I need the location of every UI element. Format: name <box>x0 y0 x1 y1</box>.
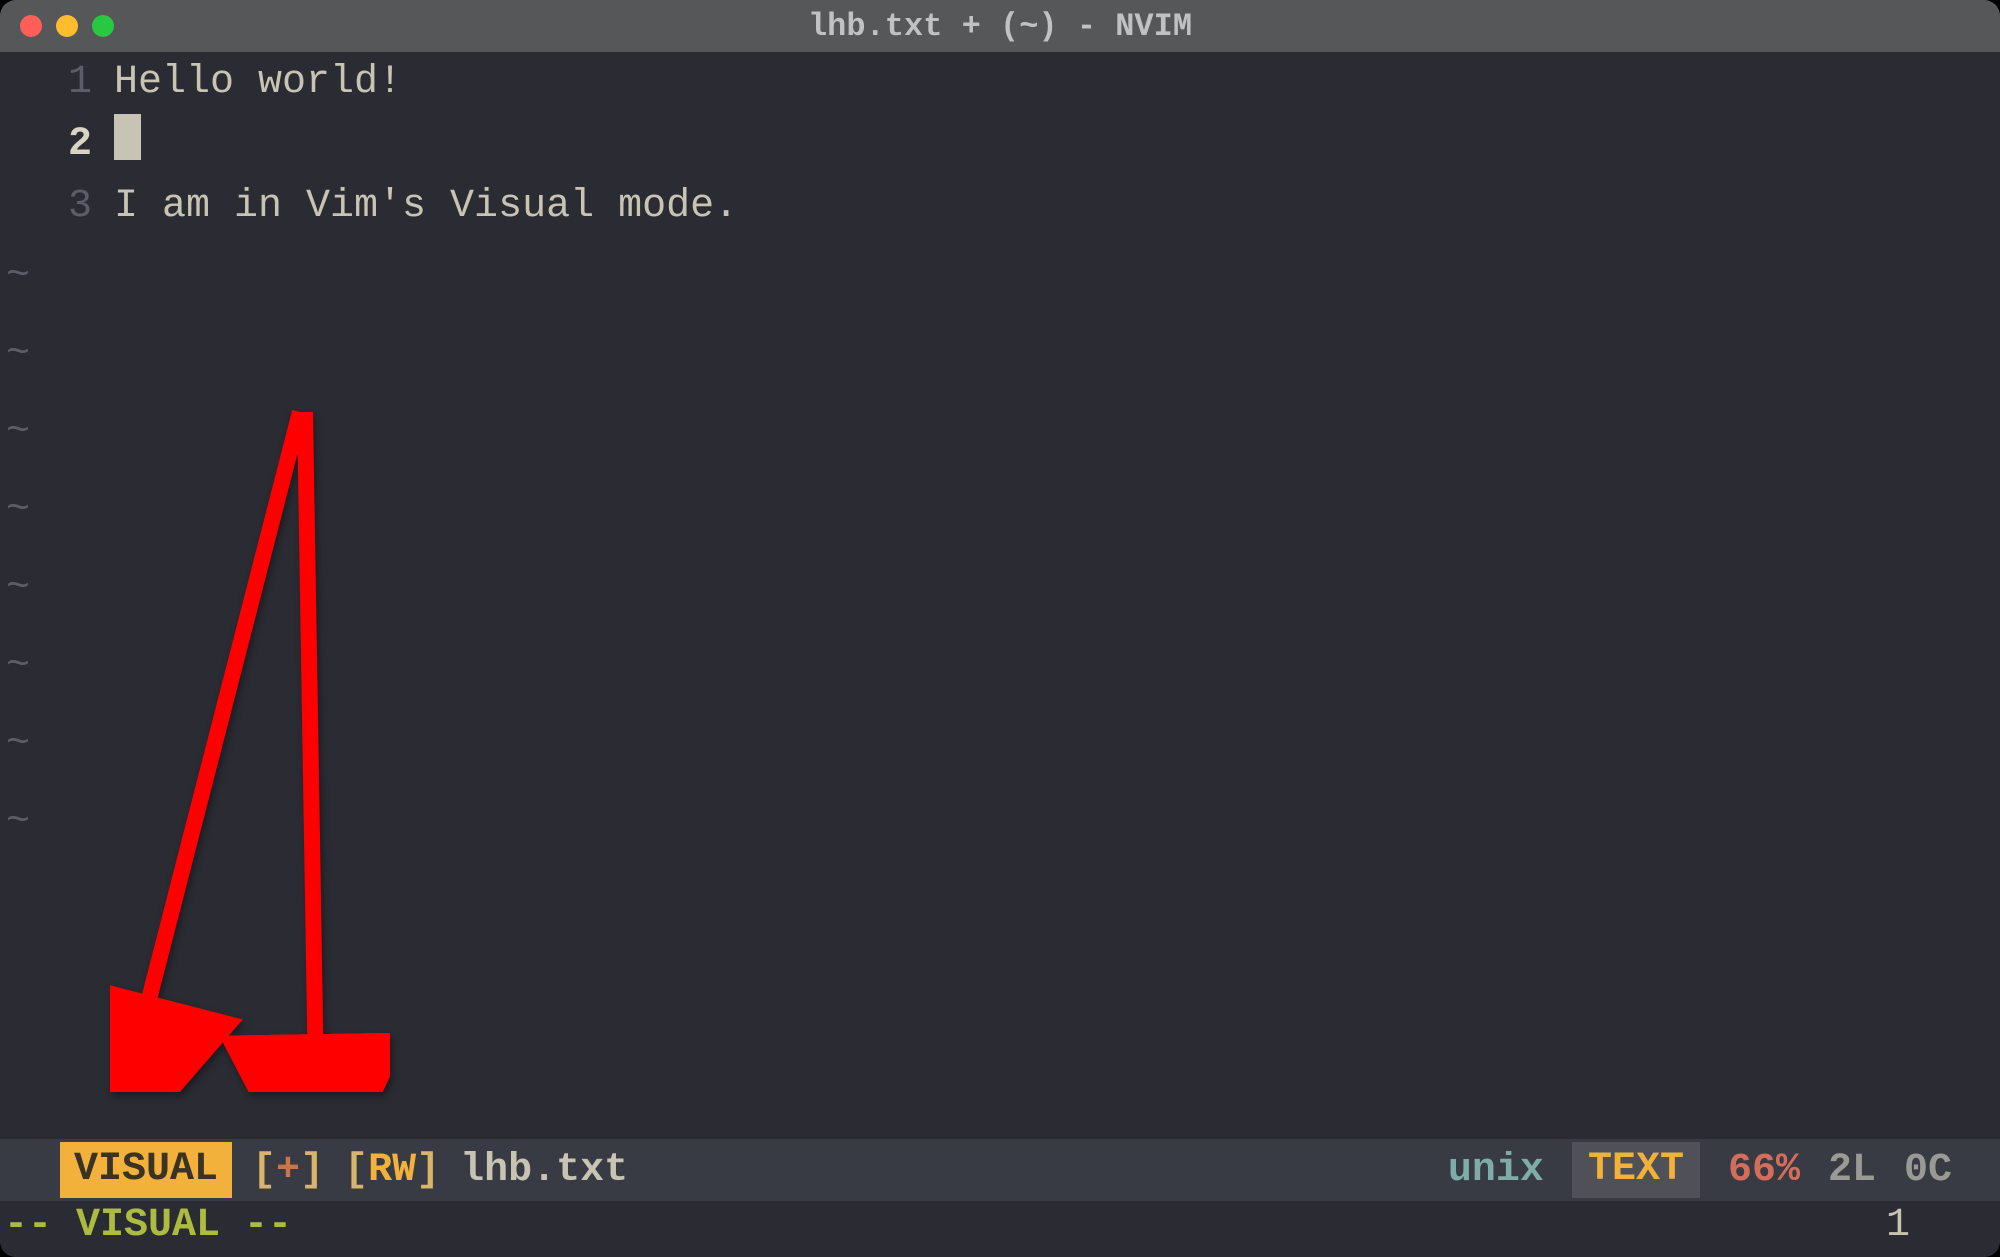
close-icon[interactable] <box>20 15 42 37</box>
modified-flag: [+] <box>252 1148 324 1193</box>
tilde-icon: ~ <box>0 628 60 706</box>
line-number: 1 <box>0 52 92 114</box>
cursor-icon <box>114 114 141 160</box>
command-line[interactable]: -- VISUAL -- 1 <box>0 1201 2000 1257</box>
mode-message: -- VISUAL -- <box>4 1201 292 1251</box>
filename: lhb.txt <box>460 1148 628 1193</box>
tilde-icon: ~ <box>0 238 60 316</box>
column-position: 0C <box>1904 1148 1952 1193</box>
minimize-icon[interactable] <box>56 15 78 37</box>
file-type: TEXT <box>1572 1142 1700 1198</box>
tilde-icon: ~ <box>0 784 60 862</box>
status-line: VISUAL [+] [RW] lhb.txt unix TEXT 66% 2L… <box>0 1139 2000 1201</box>
line-position: 2L <box>1828 1148 1876 1193</box>
traffic-lights <box>20 15 114 37</box>
terminal-window: lhb.txt + (~) - NVIM 1 2 3 Hello world! … <box>0 0 2000 1257</box>
editor-area[interactable]: 1 2 3 Hello world! I am in Vim's Visual … <box>0 52 2000 1105</box>
mode-indicator: VISUAL <box>60 1142 232 1198</box>
gap <box>0 1105 2000 1139</box>
tilde-icon: ~ <box>0 706 60 784</box>
status-right: unix TEXT 66% 2L 0C <box>1448 1142 2000 1198</box>
tilde-icon: ~ <box>0 316 60 394</box>
ruler: 1 <box>1886 1201 2000 1251</box>
tilde-icon: ~ <box>0 550 60 628</box>
line-number-current: 2 <box>0 114 92 176</box>
empty-line-markers: ~ ~ ~ ~ ~ ~ ~ ~ <box>0 238 60 862</box>
tilde-icon: ~ <box>0 394 60 472</box>
maximize-icon[interactable] <box>92 15 114 37</box>
file-format: unix <box>1448 1148 1544 1193</box>
buffer-line-current[interactable] <box>114 114 2000 176</box>
buffer-line[interactable]: I am in Vim's Visual mode. <box>114 176 2000 238</box>
line-number: 3 <box>0 176 92 238</box>
readwrite-flag: [RW] <box>344 1148 440 1193</box>
buffer-line[interactable]: Hello world! <box>114 52 2000 114</box>
buffer-content[interactable]: Hello world! I am in Vim's Visual mode. <box>114 52 2000 1105</box>
scroll-percent: 66% <box>1728 1148 1800 1193</box>
titlebar: lhb.txt + (~) - NVIM <box>0 0 2000 52</box>
tilde-icon: ~ <box>0 472 60 550</box>
window-title: lhb.txt + (~) - NVIM <box>808 8 1192 45</box>
status-left: VISUAL [+] [RW] lhb.txt <box>0 1142 628 1198</box>
